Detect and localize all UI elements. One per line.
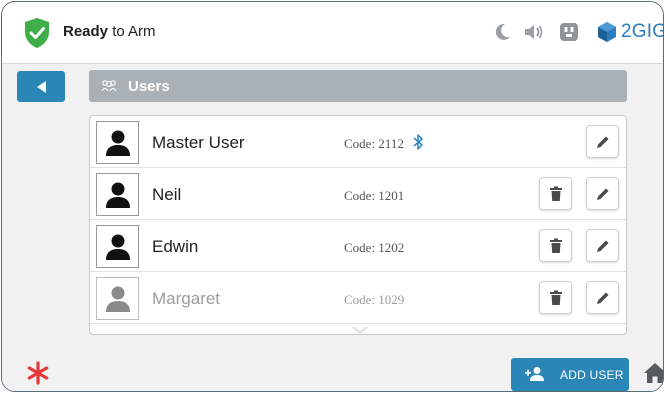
brand-logo: 2GIG (597, 18, 664, 46)
user-name: Neil (152, 185, 182, 204)
trash-icon (549, 290, 562, 305)
brand-cube-icon (598, 22, 616, 42)
user-row-master-user[interactable]: Master User Code: 2112 (90, 116, 626, 168)
avatar (96, 173, 139, 216)
status-bold: Ready (63, 23, 109, 40)
pencil-icon (596, 136, 608, 148)
add-person-icon (525, 367, 544, 381)
user-row-margaret[interactable]: Margaret Code: 1029 (90, 272, 626, 324)
header-bar: Ready to Arm 2GIG (2, 2, 664, 64)
delete-user-button[interactable] (539, 281, 572, 314)
status-rest: to Arm (108, 23, 156, 40)
user-name: Margaret (152, 289, 221, 308)
trash-icon (549, 238, 562, 253)
add-user-label: ADD USER (560, 368, 624, 382)
edit-user-button[interactable] (586, 177, 619, 210)
emergency-asterisk-icon[interactable] (26, 361, 50, 385)
person-icon (105, 286, 130, 312)
user-code: Code: 2112 (344, 136, 404, 151)
avatar (96, 121, 139, 164)
back-arrow-icon (37, 80, 46, 93)
avatar (96, 225, 139, 268)
person-icon (105, 182, 130, 208)
user-row-edwin[interactable]: Edwin Code: 1202 (90, 220, 626, 272)
shield-check-icon (25, 18, 49, 48)
bottom-bar: ADD USER (2, 355, 664, 391)
page-title-bar: Users (89, 70, 627, 102)
add-user-button[interactable]: ADD USER (511, 358, 629, 391)
user-code: Code: 1202 (344, 240, 405, 255)
page-title: Users (128, 78, 170, 95)
home-icon[interactable] (643, 361, 664, 385)
scroll-down-chevron-icon[interactable] (352, 326, 368, 334)
pencil-icon (596, 292, 608, 304)
delete-user-button[interactable] (539, 177, 572, 210)
avatar (96, 277, 139, 320)
arm-status-text: Ready to Arm (63, 23, 156, 40)
user-name: Edwin (152, 237, 199, 256)
pencil-icon (596, 240, 608, 252)
volume-icon[interactable] (522, 21, 544, 43)
back-button[interactable] (17, 71, 65, 102)
user-code: Code: 1201 (344, 188, 405, 203)
user-row-neil[interactable]: Neil Code: 1201 (90, 168, 626, 220)
person-icon (105, 234, 130, 260)
panel-icon[interactable] (558, 21, 580, 43)
users-icon (101, 80, 117, 92)
delete-user-button[interactable] (539, 229, 572, 262)
user-code: Code: 1029 (344, 292, 405, 307)
bluetooth-icon (413, 134, 423, 150)
edit-user-button[interactable] (586, 125, 619, 158)
edit-user-button[interactable] (586, 229, 619, 262)
trash-icon (549, 186, 562, 201)
user-list: Master User Code: 2112 Neil Code: 1201 E… (89, 115, 627, 335)
pencil-icon (596, 188, 608, 200)
user-name: Master User (152, 133, 245, 152)
person-icon (105, 130, 130, 156)
app-screen: Ready to Arm 2GIG Users Master User Code… (1, 1, 664, 392)
night-mode-icon[interactable] (491, 21, 513, 43)
edit-user-button[interactable] (586, 281, 619, 314)
brand-name: 2GIG (621, 21, 664, 42)
